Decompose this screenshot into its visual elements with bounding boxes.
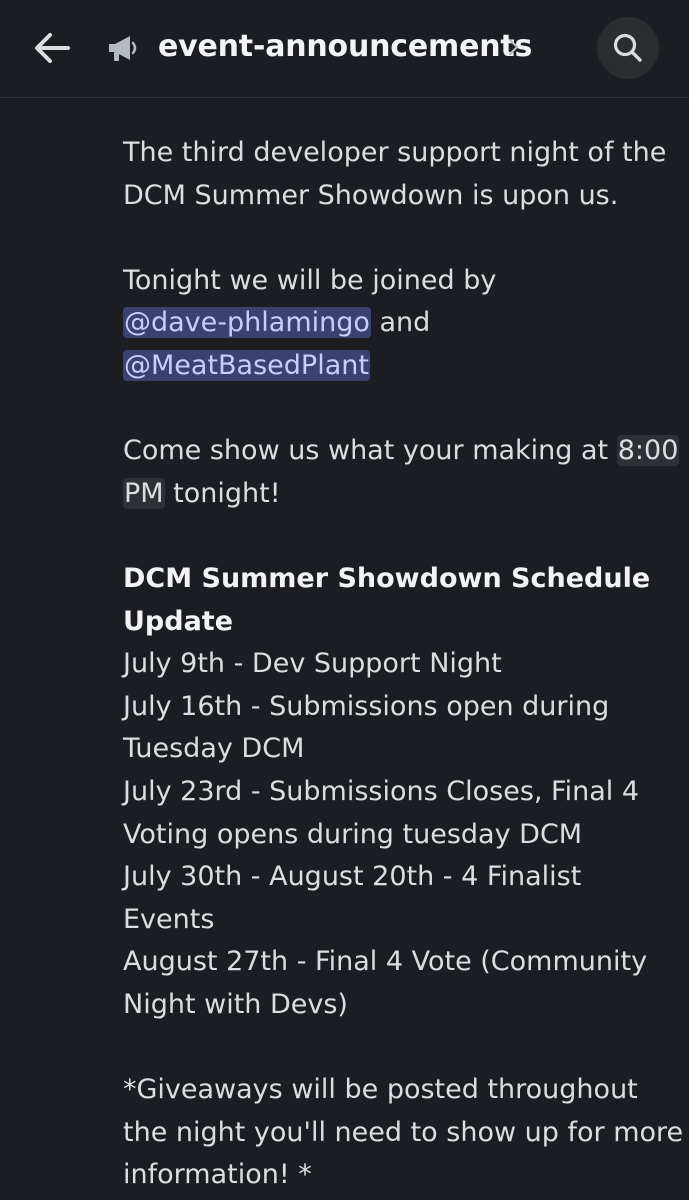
come-line: Come show us what your making at 8:00 xyxy=(123,430,680,473)
schedule-line: Events xyxy=(123,903,215,935)
user-mention[interactable]: @dave-phlamingo xyxy=(123,307,371,339)
back-button[interactable] xyxy=(24,20,80,76)
schedule-line: August 27th - Final 4 Vote (Community xyxy=(123,946,648,978)
mention-line-2: @MeatBasedPlant xyxy=(123,345,668,388)
schedule-line: July 9th - Dev Support Night xyxy=(123,648,502,680)
schedule-heading: DCM Summer Showdown Schedule xyxy=(123,562,651,594)
schedule-line: July 16th - Submissions open during xyxy=(123,690,610,722)
timestamp[interactable]: 8:00 xyxy=(616,435,680,467)
timestamp[interactable]: PM xyxy=(123,477,165,509)
chevron-right-icon[interactable] xyxy=(505,36,523,58)
giveaway-line: *Giveaways will be posted throughout xyxy=(123,1074,638,1106)
user-mention[interactable]: @MeatBasedPlant xyxy=(123,349,370,381)
search-icon xyxy=(613,33,642,62)
tonight-line: PM tonight! xyxy=(123,473,668,516)
schedule-line: Voting opens during tuesday DCM xyxy=(123,818,583,850)
megaphone-icon xyxy=(109,36,137,61)
channel-header: event-announcements xyxy=(0,0,689,98)
schedule-line: July 23rd - Submissions Closes, Final 4 xyxy=(123,775,640,807)
channel-name[interactable]: event-announcements xyxy=(158,27,532,67)
and-text: and xyxy=(370,307,431,339)
schedule-heading: Update xyxy=(123,605,234,637)
arrow-left-icon xyxy=(35,33,70,63)
intro-line: The third developer support night of the xyxy=(123,137,667,168)
message-content: The third developer support night of the… xyxy=(123,132,684,1197)
intro-line: DCM Summer Showdown is upon us. xyxy=(123,179,619,211)
come-text: Come show us what your making at xyxy=(123,435,617,467)
schedule-line: July 30th - August 20th - 4 Finalist xyxy=(123,861,582,893)
schedule-line: Tuesday DCM xyxy=(123,733,305,765)
giveaway-line: the night you'll need to show up for mor… xyxy=(123,1116,684,1148)
schedule-line: Night with Devs) xyxy=(123,988,348,1020)
search-button[interactable] xyxy=(597,17,659,79)
tonight-text: tonight! xyxy=(164,477,281,509)
joined-line: Tonight we will be joined by xyxy=(123,264,497,296)
mention-line-1: @dave-phlamingo and xyxy=(123,302,668,345)
giveaway-line: information! * xyxy=(123,1159,312,1191)
